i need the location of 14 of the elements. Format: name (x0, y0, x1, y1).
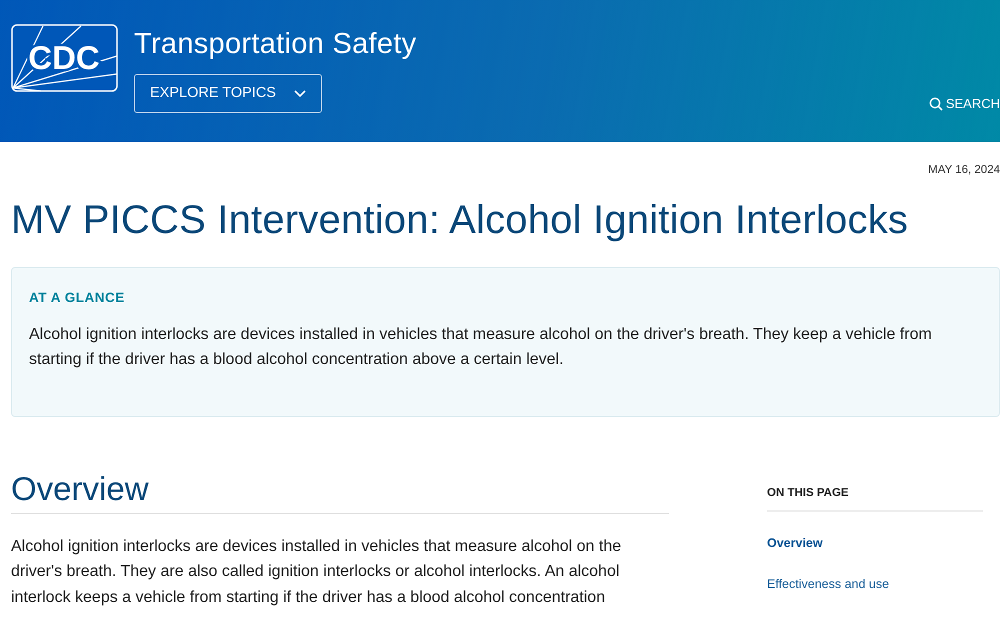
summary-text: Alcohol ignition interlocks are devices installed in vehicles that measure alcohol on the driver's breath. They keep a vehicle from starting if the driver has a blood alcohol concentration above a certain level. (29, 325, 933, 370)
section-heading: Overview (11, 469, 669, 514)
search-button[interactable]: SEARCH (928, 94, 1000, 114)
publish-date: MAY 16, 2024 (928, 164, 1000, 176)
section-paragraph: Alcohol ignition interlocks are devices installed in vehicles that measure alcohol on the driver's breath. They are also called ignition interlocks or alcohol interlocks. An alcohol interlock keeps a vehicle from starting if the driver has a blood alcohol concentration (11, 536, 622, 608)
page-link[interactable]: Overview (767, 534, 823, 553)
explore-topics-button[interactable]: EXPLORE TOPICS (134, 74, 322, 113)
chevron-down-icon (294, 90, 306, 98)
on-this-page-heading: ON THIS PAGE (767, 485, 983, 512)
page-title: MV PICCS Intervention: Alcohol Ignition Interlocks (11, 197, 910, 244)
page-link[interactable]: Effectiveness and use (767, 575, 890, 594)
site-title: Transportation Safety (134, 30, 416, 59)
search-icon (928, 96, 943, 111)
summary-heading: AT A GLANCE (29, 289, 126, 307)
